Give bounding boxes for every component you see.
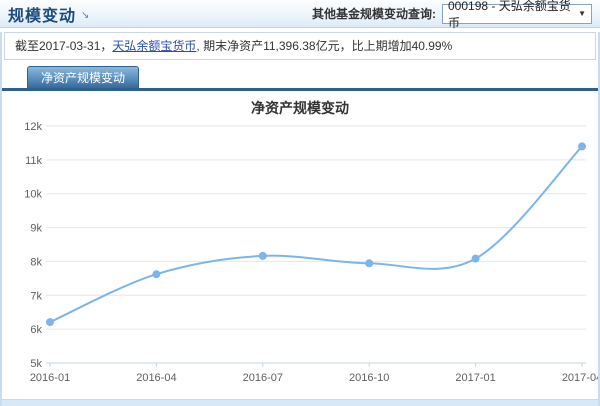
fund-query: 其他基金规模变动查询: 000198 - 天弘余额宝货币 ▼ <box>312 0 592 30</box>
tab-bar: 净资产规模变动 <box>2 66 598 91</box>
notice-bar: 截至2017-03-31，天弘余额宝货币, 期末净资产11,396.38亿元，比… <box>4 32 596 60</box>
title-wrap: 规模变动 ↘ <box>8 2 89 26</box>
x-axis-label: 2016-10 <box>349 372 389 384</box>
y-axis-label: 6k <box>30 324 42 336</box>
data-point-marker[interactable] <box>258 251 267 260</box>
fund-select-value: 000198 - 天弘余额宝货币 <box>448 0 571 30</box>
page-title: 规模变动 <box>8 7 77 25</box>
fund-select[interactable]: 000198 - 天弘余额宝货币 ▼ <box>442 0 592 30</box>
x-axis-label: 2016-04 <box>136 372 176 384</box>
data-point-marker[interactable] <box>152 270 161 279</box>
anchor-down-arrow-icon: ↘ <box>81 10 90 21</box>
data-point-marker[interactable] <box>46 318 54 327</box>
fund-link[interactable]: 天弘余额宝货币 <box>112 39 196 53</box>
y-axis-label: 8k <box>30 256 42 268</box>
fund-query-label: 其他基金规模变动查询: <box>312 7 436 21</box>
y-axis-label: 7k <box>30 290 42 302</box>
x-axis-label: 2016-07 <box>243 372 283 384</box>
notice-suffix: , 期末净资产11,396.38亿元，比上期增加40.99% <box>196 39 453 53</box>
chart-title: 净资产规模变动 <box>251 100 349 116</box>
chart-area: 5k 6k 7k 8k 9k 10k 11k 12k 2016-01 2016-04 2016-07… <box>2 91 600 399</box>
y-axis-label: 11k <box>25 155 42 167</box>
y-axis-label: 5k <box>30 358 42 370</box>
x-axis-label: 2017-04 <box>562 372 598 384</box>
header: 规模变动 ↘ 其他基金规模变动查询: 000198 - 天弘余额宝货币 ▼ <box>0 0 600 30</box>
x-axis-label: 2016-01 <box>30 372 70 384</box>
data-point-marker[interactable] <box>578 142 586 151</box>
tab-net-asset-scale-change[interactable]: 净资产规模变动 <box>27 66 140 88</box>
y-axis-label: 10k <box>24 189 42 201</box>
data-point-marker[interactable] <box>471 254 480 263</box>
notice-prefix: 截至2017-03-31， <box>15 39 113 53</box>
data-point-marker[interactable] <box>365 259 374 268</box>
y-axis-label: 9k <box>30 223 42 235</box>
y-axis-label: 12k <box>24 121 42 133</box>
content-panel: 截至2017-03-31，天弘余额宝货币, 期末净资产11,396.38亿元，比… <box>0 32 600 406</box>
dropdown-arrow-icon: ▼ <box>578 9 586 18</box>
x-axis-label: 2017-01 <box>455 372 495 384</box>
panel-bottom-border <box>2 399 598 406</box>
net-asset-line-chart[interactable]: 5k 6k 7k 8k 9k 10k 11k 12k 2016-01 2016-04 2016-07… <box>2 91 600 399</box>
